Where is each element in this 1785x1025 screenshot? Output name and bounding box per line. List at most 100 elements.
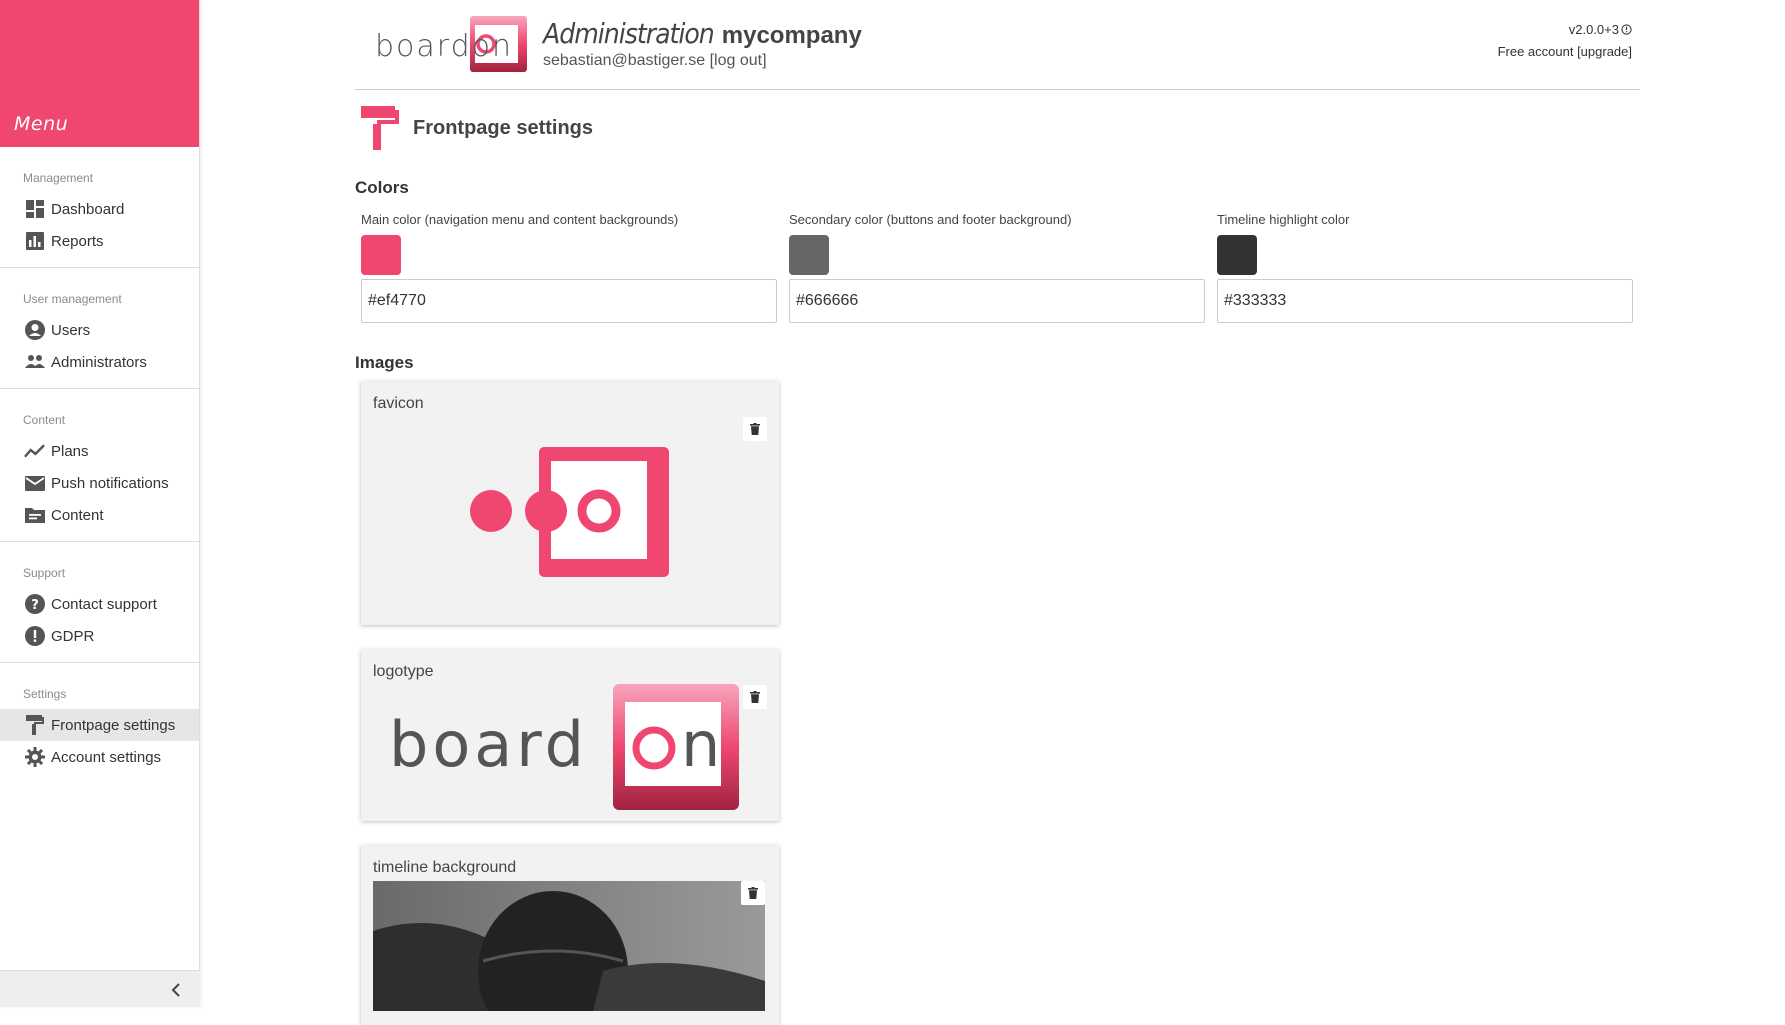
menu-header: Menu (0, 0, 199, 147)
user-info: sebastian@bastiger.se [log out] (543, 52, 767, 70)
dashboard-icon (24, 199, 45, 220)
page-heading: Frontpage settings (355, 106, 1640, 150)
company-name: mycompany (721, 22, 862, 49)
timeline-color-label: Timeline highlight color (1217, 212, 1350, 227)
section-label: Management (23, 171, 94, 185)
sidebar-item-users[interactable]: Users (0, 314, 199, 346)
sidebar-item-frontpage-settings[interactable]: Frontpage settings (0, 709, 199, 741)
sidebar-item-label: Frontpage settings (51, 716, 176, 734)
brand-name: boardon (375, 29, 513, 64)
logotype-card: logotype board n (361, 649, 779, 821)
account-type: Free account (1497, 44, 1574, 59)
reports-icon (24, 231, 45, 252)
timeline-background-image (373, 881, 765, 1011)
chevron-left-icon (171, 983, 180, 997)
top-bar: boardon Administration mycompany sebasti… (355, 0, 1640, 90)
logout-link[interactable]: [log out] (710, 52, 767, 69)
sidebar-item-label: Dashboard (51, 200, 125, 218)
main-content: boardon Administration mycompany sebasti… (355, 0, 1640, 1025)
alert-icon (24, 626, 45, 647)
info-icon[interactable] (1621, 24, 1632, 35)
sidebar-item-content[interactable]: Content (0, 499, 199, 531)
version-label: v2.0.0+3 (1568, 22, 1619, 37)
sidebar-item-label: Account settings (51, 748, 162, 766)
menu-section-user-management: User management Users Administrators (0, 268, 199, 389)
section-label: Content (23, 413, 66, 427)
svg-text:n: n (681, 708, 720, 781)
sidebar-item-push-notifications[interactable]: Push notifications (0, 467, 199, 499)
paint-roller-icon (361, 106, 399, 150)
main-color-label: Main color (navigation menu and content … (361, 212, 679, 227)
section-label: User management (23, 292, 122, 306)
trash-icon (748, 887, 758, 899)
sidebar-item-gdpr[interactable]: GDPR (0, 620, 199, 652)
trash-icon (750, 691, 760, 703)
main-color-swatch[interactable] (361, 235, 401, 275)
svg-text:board: board (389, 708, 588, 781)
menu-section-content: Content Plans Push notifications Content (0, 389, 199, 542)
secondary-color-label: Secondary color (buttons and footer back… (789, 212, 1072, 227)
sidebar-item-label: Users (51, 321, 91, 339)
favicon-card: favicon (361, 381, 779, 625)
sidebar-item-reports[interactable]: Reports (0, 225, 199, 257)
user-email: sebastian@bastiger.se (543, 52, 706, 69)
sidebar-item-contact-support[interactable]: ? Contact support (0, 588, 199, 620)
sidebar-item-administrators[interactable]: Administrators (0, 346, 199, 378)
folder-icon (24, 505, 45, 526)
sidebar-item-label: Administrators (51, 353, 147, 371)
paint-roller-icon (24, 715, 45, 736)
sidebar-item-label: GDPR (51, 627, 95, 645)
admin-title: Administration mycompany (543, 17, 862, 50)
sidebar-item-label: Reports (51, 232, 104, 250)
section-label: Support (23, 566, 66, 580)
colors-row: Main color (navigation menu and content … (355, 212, 1640, 323)
delete-timeline-background-button[interactable] (741, 881, 765, 905)
user-icon (24, 320, 45, 341)
sidebar-item-label: Contact support (51, 595, 157, 613)
help-icon: ? (24, 594, 45, 615)
menu-title: Menu (14, 113, 69, 135)
sidebar-footer (0, 970, 200, 1007)
page-title: Frontpage settings (413, 116, 594, 139)
logotype-image: board n (389, 684, 739, 810)
svg-text:?: ? (31, 598, 39, 613)
sidebar-item-label: Plans (51, 442, 89, 460)
images-section-title: Images (355, 353, 414, 372)
menu-section-support: Support ? Contact support GDPR (0, 542, 199, 663)
sidebar-item-account-settings[interactable]: Account settings (0, 741, 199, 773)
menu-section-management: Management Dashboard Reports (0, 147, 199, 268)
timeline-background-card: timeline background (361, 845, 779, 1025)
secondary-color-setting: Secondary color (buttons and footer back… (789, 212, 1205, 323)
timeline-background-label: timeline background (373, 859, 517, 876)
delete-favicon-button[interactable] (743, 417, 767, 441)
section-label: Settings (23, 687, 67, 701)
gear-icon (24, 747, 45, 768)
main-color-input[interactable] (361, 279, 777, 323)
timeline-color-swatch[interactable] (1217, 235, 1257, 275)
account-info: Free account [upgrade] (1498, 44, 1632, 59)
timeline-color-input[interactable] (1217, 279, 1633, 323)
favicon-label: favicon (373, 395, 424, 412)
secondary-color-input[interactable] (789, 279, 1205, 323)
group-icon (24, 352, 45, 373)
timeline-color-setting: Timeline highlight color (1217, 212, 1633, 323)
brand-logo[interactable]: boardon (375, 15, 530, 73)
trash-icon (750, 423, 760, 435)
mail-icon (24, 473, 45, 494)
sidebar-item-label: Content (51, 506, 104, 524)
main-color-setting: Main color (navigation menu and content … (361, 212, 777, 323)
sidebar-item-plans[interactable]: Plans (0, 435, 199, 467)
sidebar: Menu Management Dashboard Reports User m… (0, 0, 200, 1007)
upgrade-link[interactable]: [upgrade] (1577, 44, 1632, 59)
logotype-label: logotype (373, 663, 434, 680)
secondary-color-swatch[interactable] (789, 235, 829, 275)
collapse-sidebar-button[interactable] (166, 980, 186, 1000)
sidebar-item-dashboard[interactable]: Dashboard (0, 193, 199, 225)
favicon-image (470, 447, 669, 577)
sidebar-item-label: Push notifications (51, 474, 169, 492)
menu-section-settings: Settings Frontpage settings Account sett… (0, 663, 199, 783)
admin-word: Administration (543, 17, 715, 50)
trend-icon (24, 441, 45, 462)
version-info: v2.0.0+3 (1569, 22, 1632, 37)
colors-section-title: Colors (355, 178, 409, 197)
